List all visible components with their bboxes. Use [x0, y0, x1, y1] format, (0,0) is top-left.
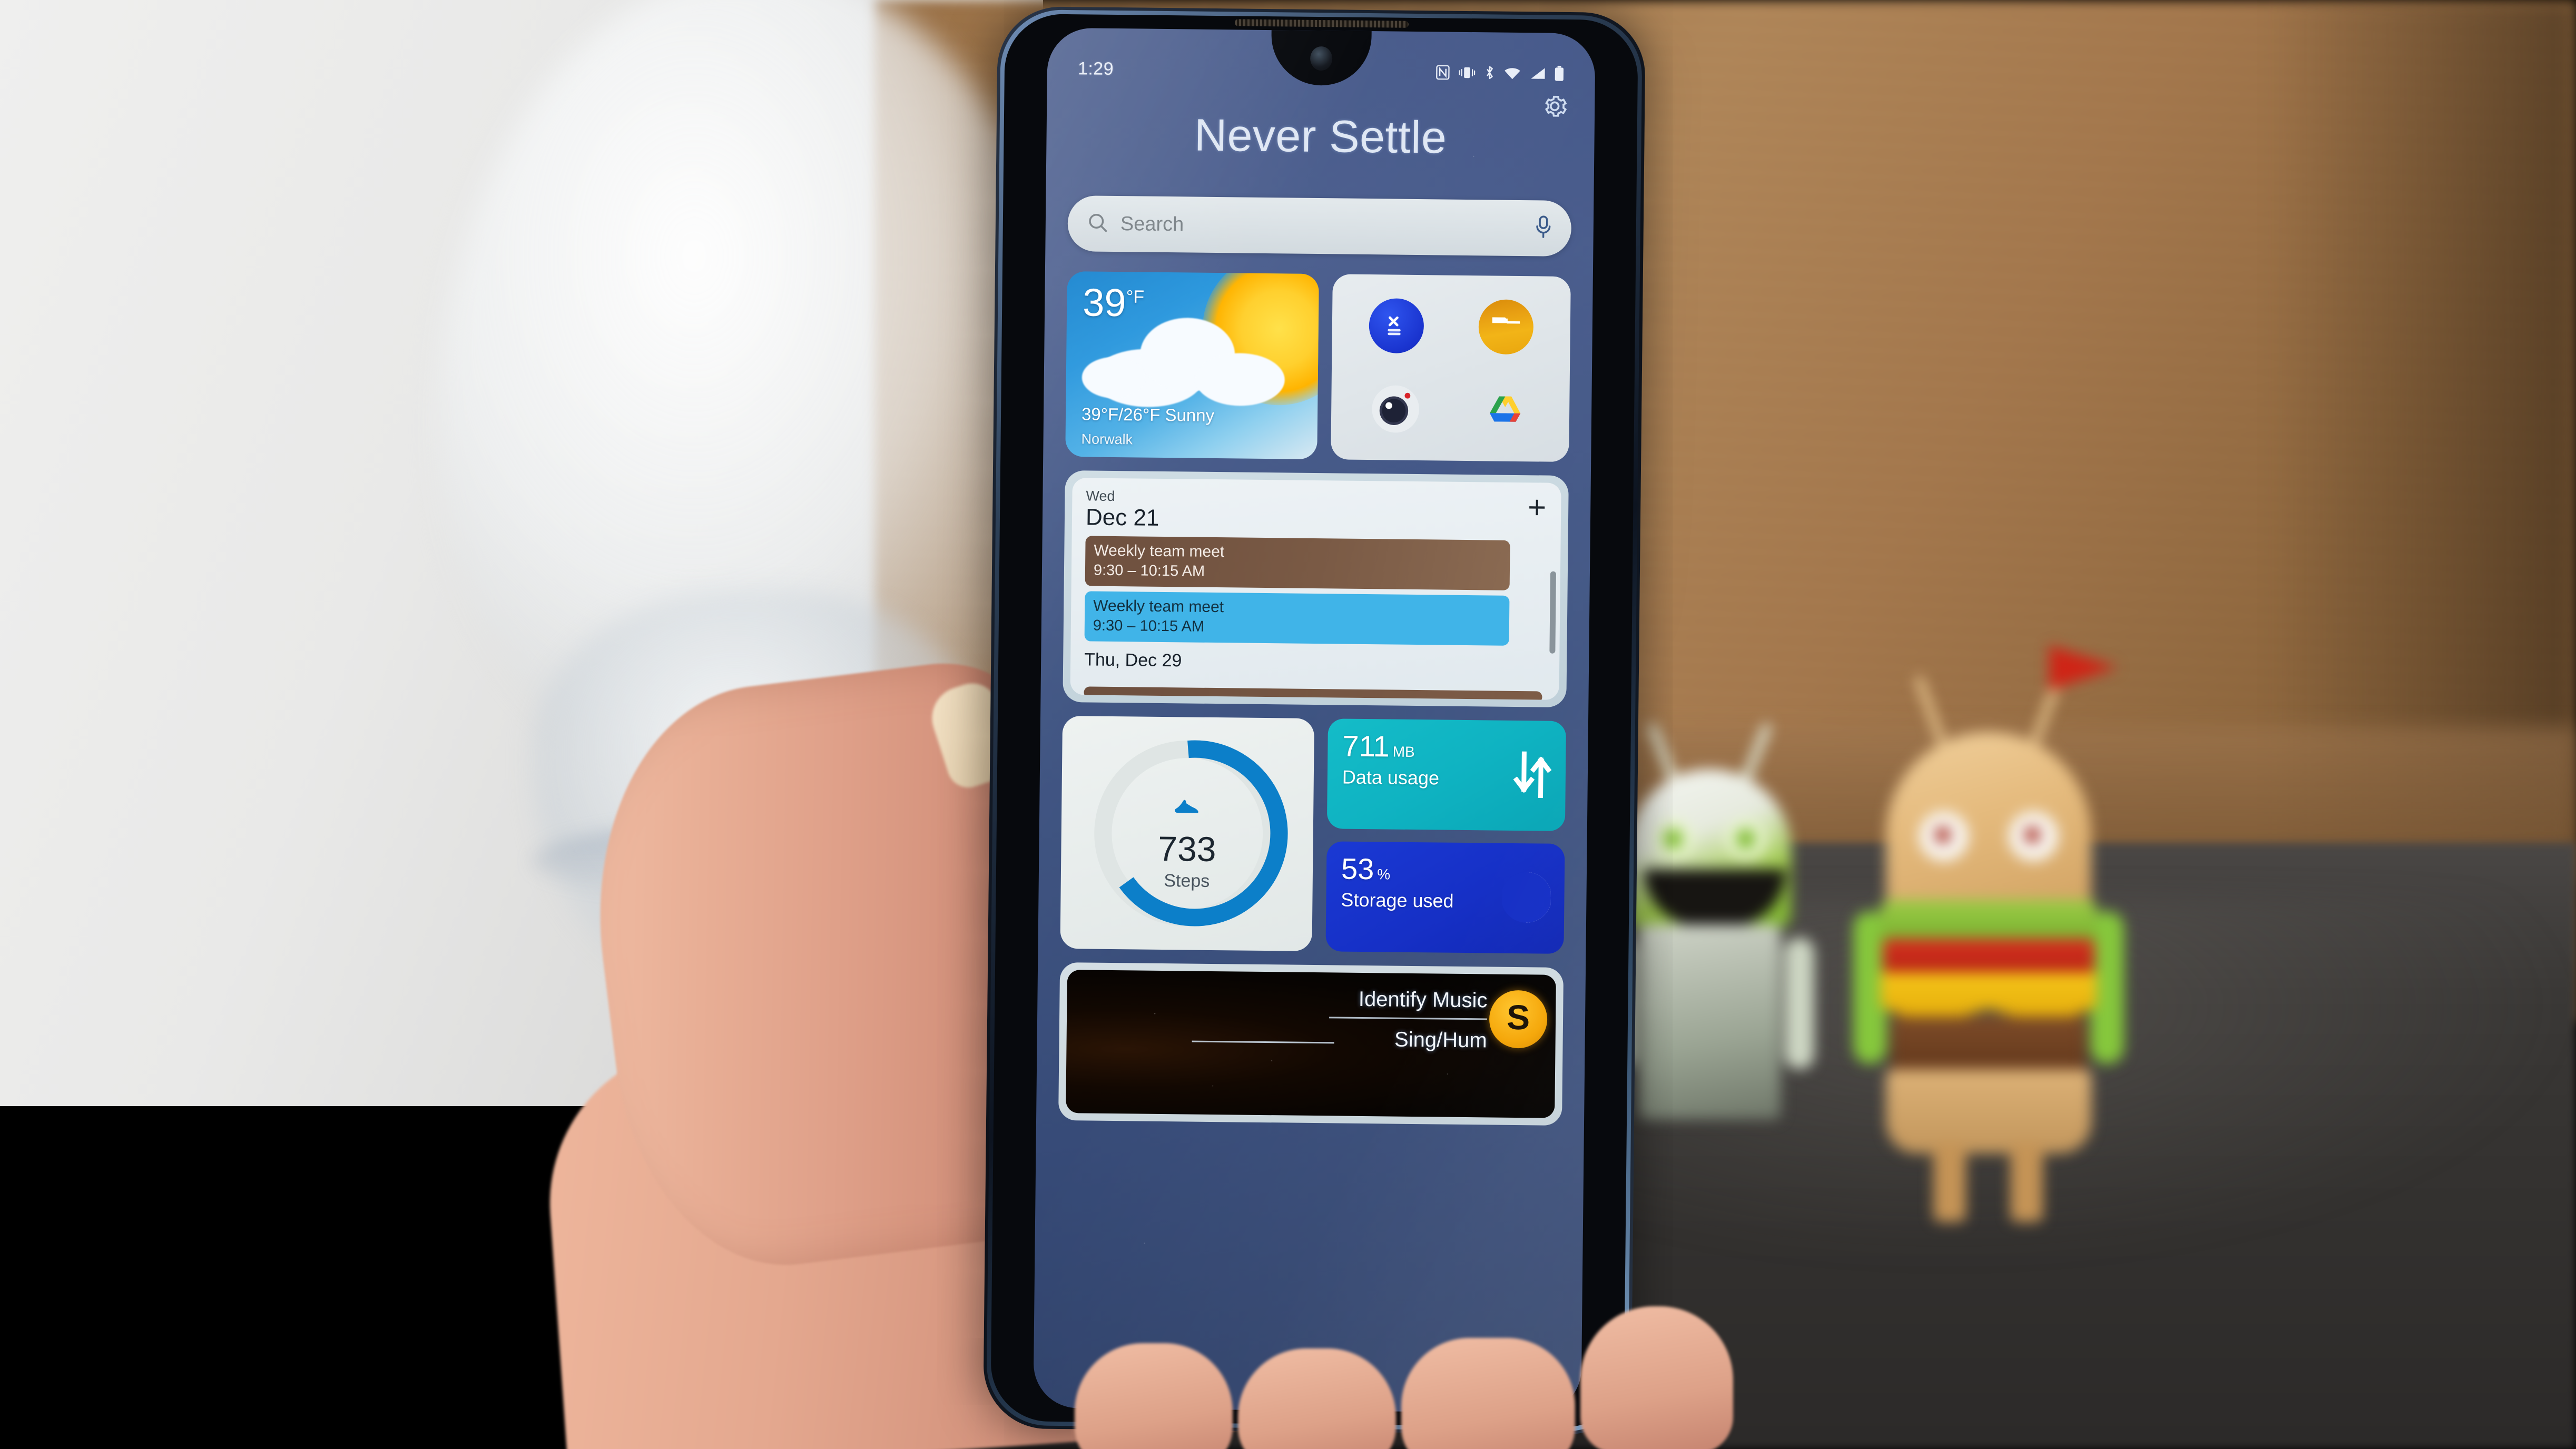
- bluetooth-icon: [1484, 65, 1496, 81]
- microphone-icon[interactable]: [1535, 215, 1553, 241]
- vibrate-icon: [1458, 65, 1476, 80]
- battery-icon: [1554, 65, 1565, 82]
- status-icons: [1436, 64, 1565, 82]
- search-placeholder: Search: [1120, 212, 1184, 235]
- google-drive-icon[interactable]: [1478, 382, 1533, 438]
- data-usage-value: 711: [1342, 729, 1390, 763]
- finger: [1401, 1338, 1575, 1449]
- calendar-next-day: Thu, Dec 29: [1084, 649, 1182, 671]
- calendar-event[interactable]: Weekly team meet 9:30 – 10:15 AM: [1085, 536, 1510, 590]
- data-usage-unit: MB: [1392, 743, 1415, 760]
- soundhound-glyph: S: [1506, 997, 1530, 1037]
- burger-android-figurine: [1853, 645, 2124, 1222]
- page-title: Never Settle: [1194, 110, 1447, 163]
- cloud-icon: [1081, 317, 1293, 408]
- steps-widget[interactable]: 733 Steps: [1060, 715, 1315, 951]
- wifi-icon: [1503, 66, 1521, 81]
- event-time: 9:30 – 10:15 AM: [1093, 617, 1205, 635]
- weather-widget[interactable]: 39°F 39°F/26°F Sunny Norwalk: [1065, 271, 1319, 460]
- data-usage-widget[interactable]: 711 MB Data usage: [1326, 718, 1567, 831]
- steps-value: 733: [1157, 829, 1216, 869]
- weather-city: Norwalk: [1081, 431, 1133, 448]
- calendar-next-event-bar: [1084, 686, 1542, 700]
- calendar-widget[interactable]: Wed Dec 21 + Weekly team meet 9:30 – 10:…: [1063, 470, 1569, 708]
- identify-music-inner: Identify Music Sing/Hum S: [1066, 970, 1556, 1118]
- storage-value: 53: [1341, 852, 1374, 886]
- search-icon: [1087, 211, 1109, 236]
- widget-row-stats: 733 Steps 711 MB Data usage 53 % Storage…: [1060, 715, 1567, 954]
- identify-music-widget[interactable]: Identify Music Sing/Hum S: [1058, 962, 1564, 1126]
- soundhound-icon[interactable]: S: [1489, 990, 1548, 1049]
- nfc-icon: [1436, 64, 1450, 80]
- weather-temperature: 39°F: [1082, 280, 1145, 325]
- green-android-figurine: [1605, 722, 1814, 1169]
- steps-label: Steps: [1164, 871, 1210, 891]
- finger: [1580, 1306, 1733, 1449]
- identify-music-subtitle: Sing/Hum: [1394, 1028, 1487, 1052]
- calendar-inner: Wed Dec 21 + Weekly team meet 9:30 – 10:…: [1070, 478, 1561, 700]
- cell-signal-icon: [1529, 66, 1546, 81]
- calendar-scrollbar[interactable]: [1549, 571, 1556, 654]
- status-clock: 1:29: [1077, 58, 1114, 79]
- half-circle-icon: [1501, 871, 1552, 926]
- plus-icon[interactable]: +: [1528, 489, 1547, 525]
- app-shortcut-grid: [1331, 274, 1571, 462]
- storage-widget[interactable]: 53% Storage used: [1325, 841, 1565, 954]
- identify-music-title: Identify Music: [1358, 987, 1488, 1012]
- data-transfer-icon: [1512, 751, 1552, 801]
- front-camera: [1310, 46, 1333, 71]
- phone-device: 1:29 Never Settle Search 39°F 39°F/26°F …: [982, 6, 1646, 1435]
- photo-scene: 1:29 Never Settle Search 39°F 39°F/26°F …: [0, 0, 2576, 1449]
- stat-tiles: 711 MB Data usage 53% Storage used: [1325, 718, 1567, 954]
- storage-unit: %: [1377, 866, 1391, 883]
- folder-icon[interactable]: [1478, 299, 1534, 355]
- camera-lens-icon[interactable]: [1368, 381, 1423, 437]
- search-input[interactable]: Search: [1067, 195, 1572, 257]
- event-time: 9:30 – 10:15 AM: [1093, 561, 1205, 580]
- calculator-icon[interactable]: [1369, 298, 1424, 354]
- phone-screen: 1:29 Never Settle Search 39°F 39°F/26°F …: [1033, 27, 1596, 1414]
- weather-high-low: 39°F/26°F Sunny: [1081, 404, 1215, 425]
- shoe-icon: [1173, 795, 1202, 819]
- calendar-date: Dec 21: [1085, 504, 1159, 531]
- widget-row-weather-apps: 39°F 39°F/26°F Sunny Norwalk: [1065, 271, 1571, 462]
- calendar-event[interactable]: Weekly team meet 9:30 – 10:15 AM: [1084, 591, 1510, 646]
- home-screen: 1:29 Never Settle Search 39°F 39°F/26°F …: [1033, 28, 1595, 1414]
